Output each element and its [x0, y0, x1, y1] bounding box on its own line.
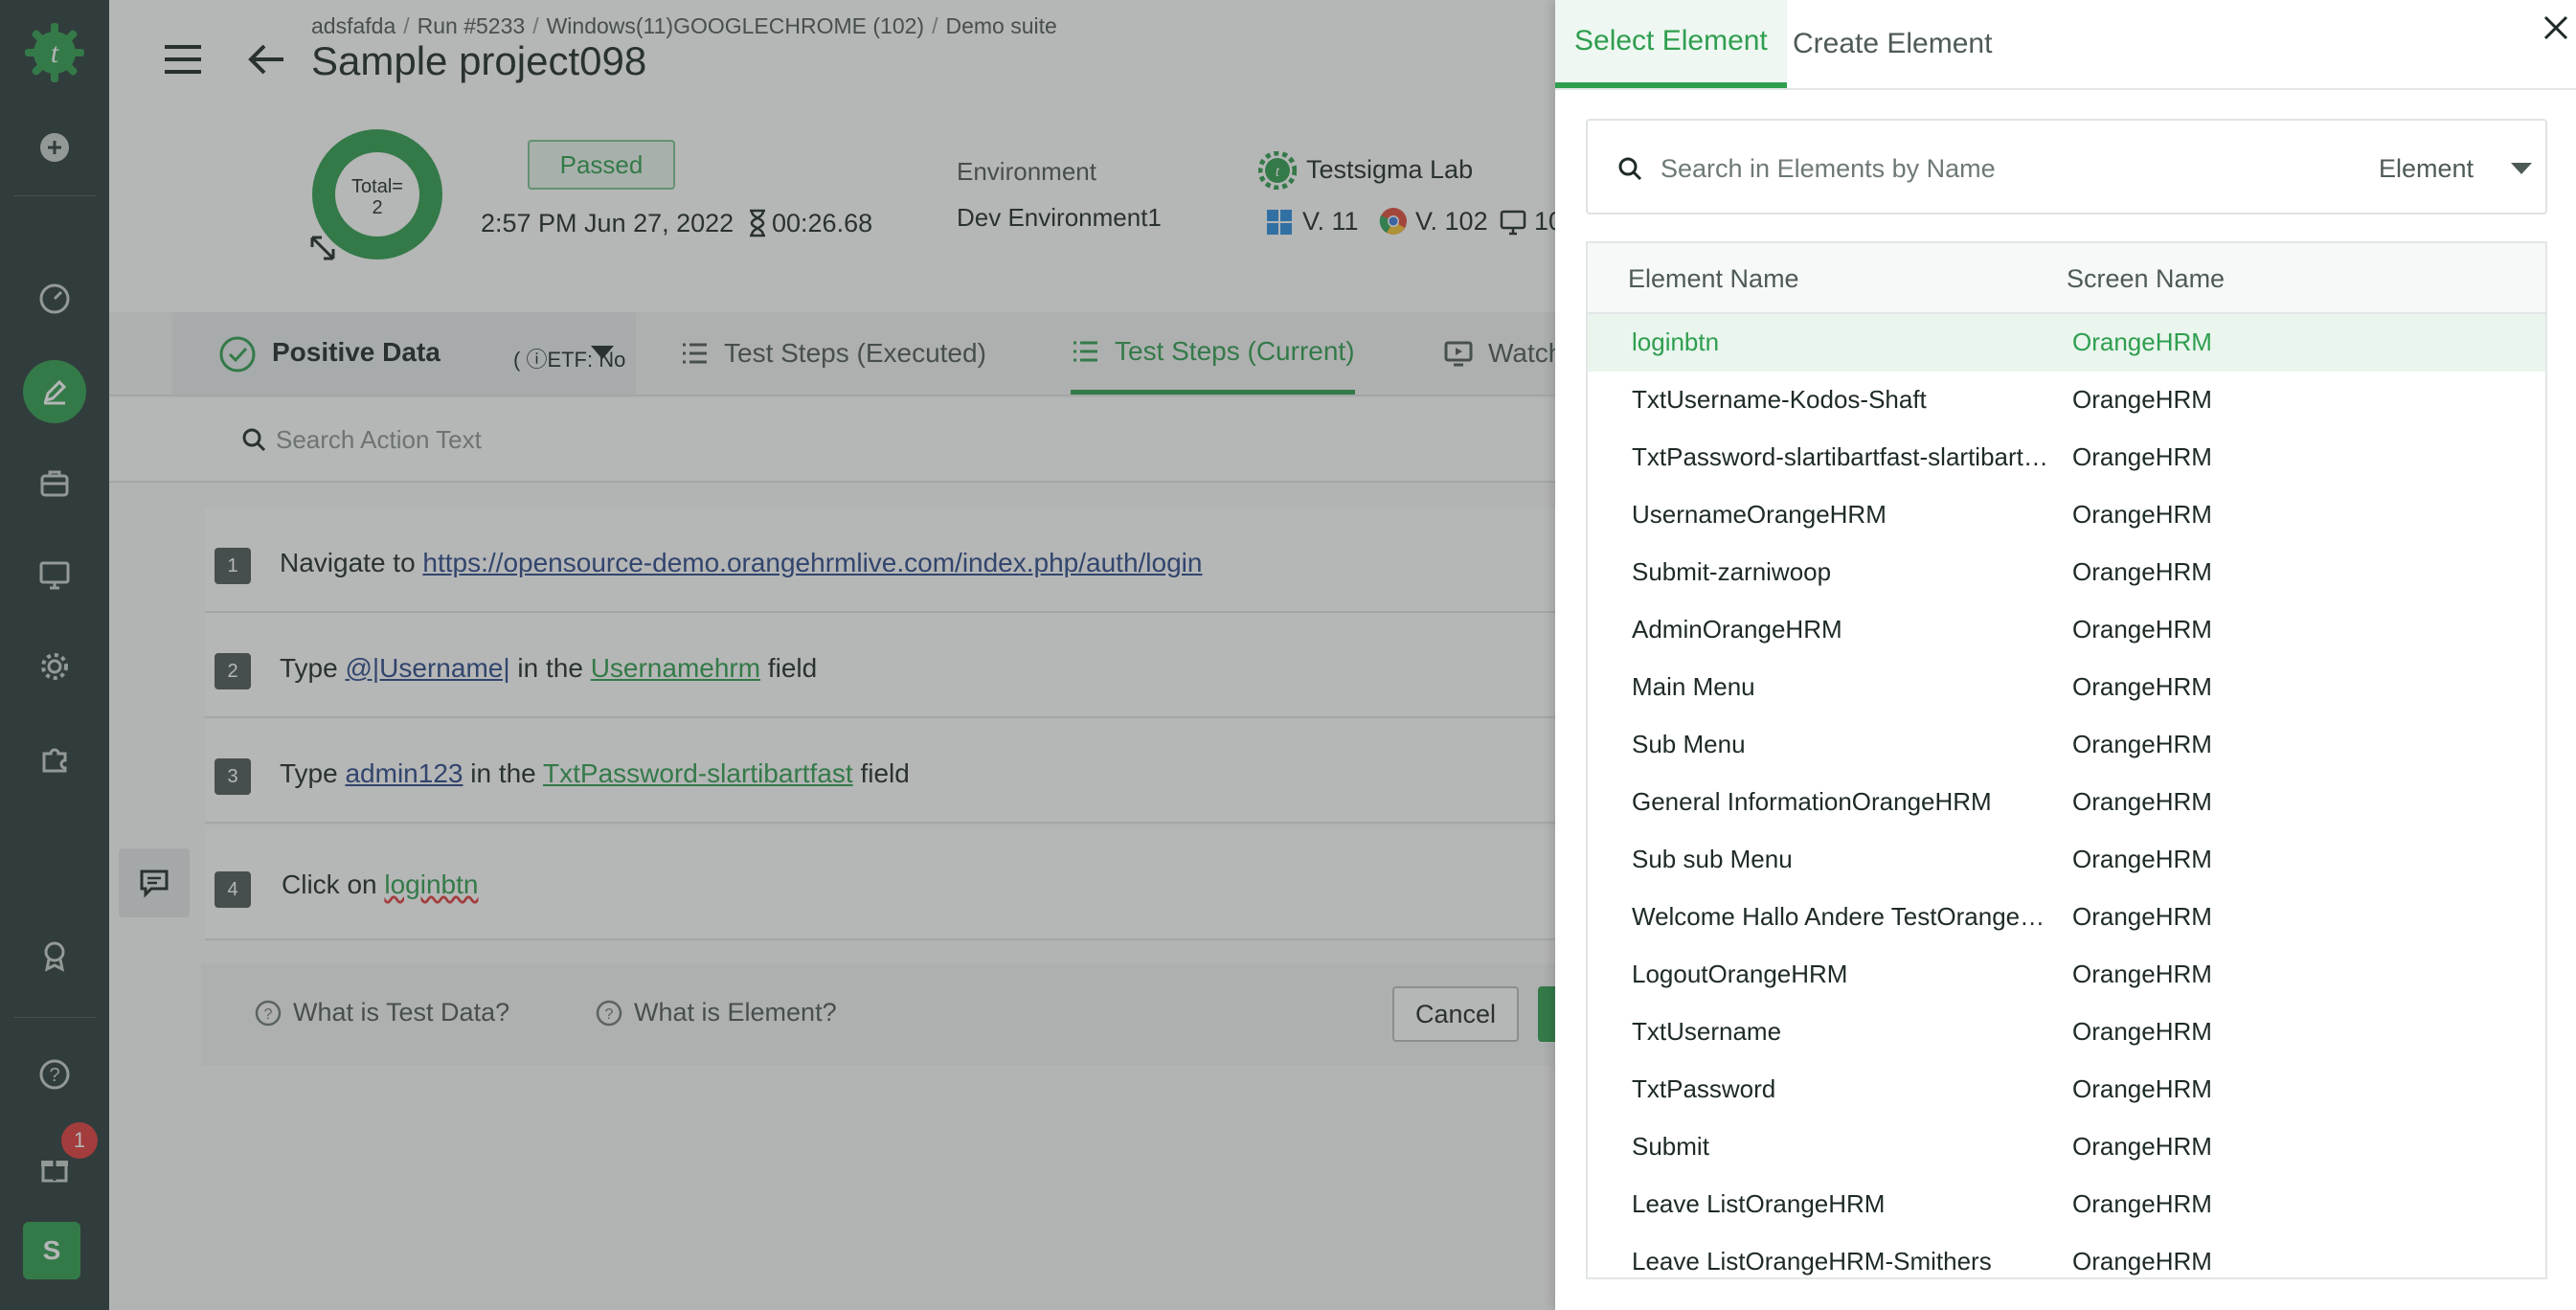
element-name-cell: Sub Menu — [1632, 730, 1746, 758]
screen-name-cell: OrangeHRM — [2072, 557, 2212, 586]
table-row[interactable]: AdminOrangeHRM OrangeHRM — [1588, 601, 2545, 659]
tab-create-element[interactable]: Create Element — [1793, 0, 1992, 88]
element-name-cell: TxtPassword — [1632, 1074, 1776, 1103]
screen-name-cell: OrangeHRM — [2072, 1017, 2212, 1046]
screen-name-cell: OrangeHRM — [2072, 845, 2212, 873]
element-search-box: Element — [1586, 119, 2547, 215]
table-row[interactable]: TxtUsername OrangeHRM — [1588, 1004, 2545, 1061]
table-row[interactable]: TxtPassword-slartibartfast-slartibartfas… — [1588, 429, 2545, 486]
element-name-cell: loginbtn — [1632, 328, 1720, 356]
screen-name-cell: OrangeHRM — [2072, 385, 2212, 414]
element-name-cell: TxtPassword-slartibartfast-slartibartfas… — [1632, 442, 2049, 471]
element-name-cell: Leave ListOrangeHRM — [1632, 1189, 1886, 1218]
screen-name-cell: OrangeHRM — [2072, 960, 2212, 988]
element-table: Element Name Screen Name loginbtn OrangeH… — [1586, 241, 2547, 1279]
element-name-cell: Sub sub Menu — [1632, 845, 1793, 873]
screen-name-cell: OrangeHRM — [2072, 328, 2212, 356]
table-row[interactable]: Welcome Hallo Andere TestOrangeHRM Orange… — [1588, 889, 2545, 946]
screen-name-cell: OrangeHRM — [2072, 1074, 2212, 1103]
table-row[interactable]: Submit-zarniwoop OrangeHRM — [1588, 544, 2545, 601]
screen-name-cell: OrangeHRM — [2072, 1247, 2212, 1276]
element-name-cell: Leave ListOrangeHRM-Smithers — [1632, 1247, 1992, 1276]
table-row[interactable]: Leave ListOrangeHRM OrangeHRM — [1588, 1176, 2545, 1233]
modal-overlay[interactable] — [0, 0, 1555, 1310]
screen-name-cell: OrangeHRM — [2072, 615, 2212, 644]
element-table-header: Element Name Screen Name — [1588, 243, 2545, 314]
element-search-input[interactable] — [1661, 146, 2331, 192]
table-row[interactable]: TxtUsername-Kodos-Shaft OrangeHRM — [1588, 372, 2545, 429]
close-icon[interactable] — [2540, 11, 2572, 44]
element-name-cell: Welcome Hallo Andere TestOrangeHRM — [1632, 902, 2049, 931]
tab-select-element[interactable]: Select Element — [1555, 0, 1787, 88]
element-name-cell: Main Menu — [1632, 672, 1755, 701]
element-name-cell: Submit-zarniwoop — [1632, 557, 1832, 586]
column-element-name[interactable]: Element Name — [1628, 264, 1799, 294]
element-name-cell: AdminOrangeHRM — [1632, 615, 1842, 644]
table-row[interactable]: loginbtn OrangeHRM — [1588, 314, 2545, 372]
element-name-cell: UsernameOrangeHRM — [1632, 500, 1887, 529]
table-row[interactable]: Main Menu OrangeHRM — [1588, 659, 2545, 716]
screen-name-cell: OrangeHRM — [2072, 500, 2212, 529]
table-row[interactable]: LogoutOrangeHRM OrangeHRM — [1588, 946, 2545, 1004]
screen-name-cell: OrangeHRM — [2072, 902, 2212, 931]
table-row[interactable]: Sub Menu OrangeHRM — [1588, 716, 2545, 774]
table-row[interactable]: General InformationOrangeHRM OrangeHRM — [1588, 774, 2545, 831]
table-row[interactable]: UsernameOrangeHRM OrangeHRM — [1588, 486, 2545, 544]
panel-tabs: Select Element Create Element — [1555, 0, 2576, 90]
screen-name-cell: OrangeHRM — [2072, 730, 2212, 758]
table-row[interactable]: Submit OrangeHRM — [1588, 1118, 2545, 1176]
screen-name-cell: OrangeHRM — [2072, 787, 2212, 816]
screen-name-cell: OrangeHRM — [2072, 672, 2212, 701]
table-row[interactable]: TxtPassword OrangeHRM — [1588, 1061, 2545, 1118]
screen-name-cell: OrangeHRM — [2072, 1132, 2212, 1161]
caret-down-icon — [2511, 163, 2532, 174]
element-filter-dropdown[interactable]: Element — [2379, 146, 2540, 192]
table-row[interactable]: Sub sub Menu OrangeHRM — [1588, 831, 2545, 889]
column-screen-name[interactable]: Screen Name — [2067, 264, 2225, 294]
screen-name-cell: OrangeHRM — [2072, 442, 2212, 471]
element-name-cell: Submit — [1632, 1132, 1709, 1161]
element-name-cell: TxtUsername-Kodos-Shaft — [1632, 385, 1927, 414]
element-name-cell: TxtUsername — [1632, 1017, 1782, 1046]
search-icon — [1618, 157, 1642, 181]
element-picker-panel: Select Element Create Element Element El… — [1555, 0, 2576, 1310]
screen-name-cell: OrangeHRM — [2072, 1189, 2212, 1218]
table-row[interactable]: Leave ListOrangeHRM-Smithers OrangeHRM — [1588, 1233, 2545, 1277]
element-table-body: loginbtn OrangeHRM TxtUsername-Kodos-Shaft… — [1588, 314, 2545, 1277]
element-name-cell: LogoutOrangeHRM — [1632, 960, 1848, 988]
element-name-cell: General InformationOrangeHRM — [1632, 787, 1992, 816]
